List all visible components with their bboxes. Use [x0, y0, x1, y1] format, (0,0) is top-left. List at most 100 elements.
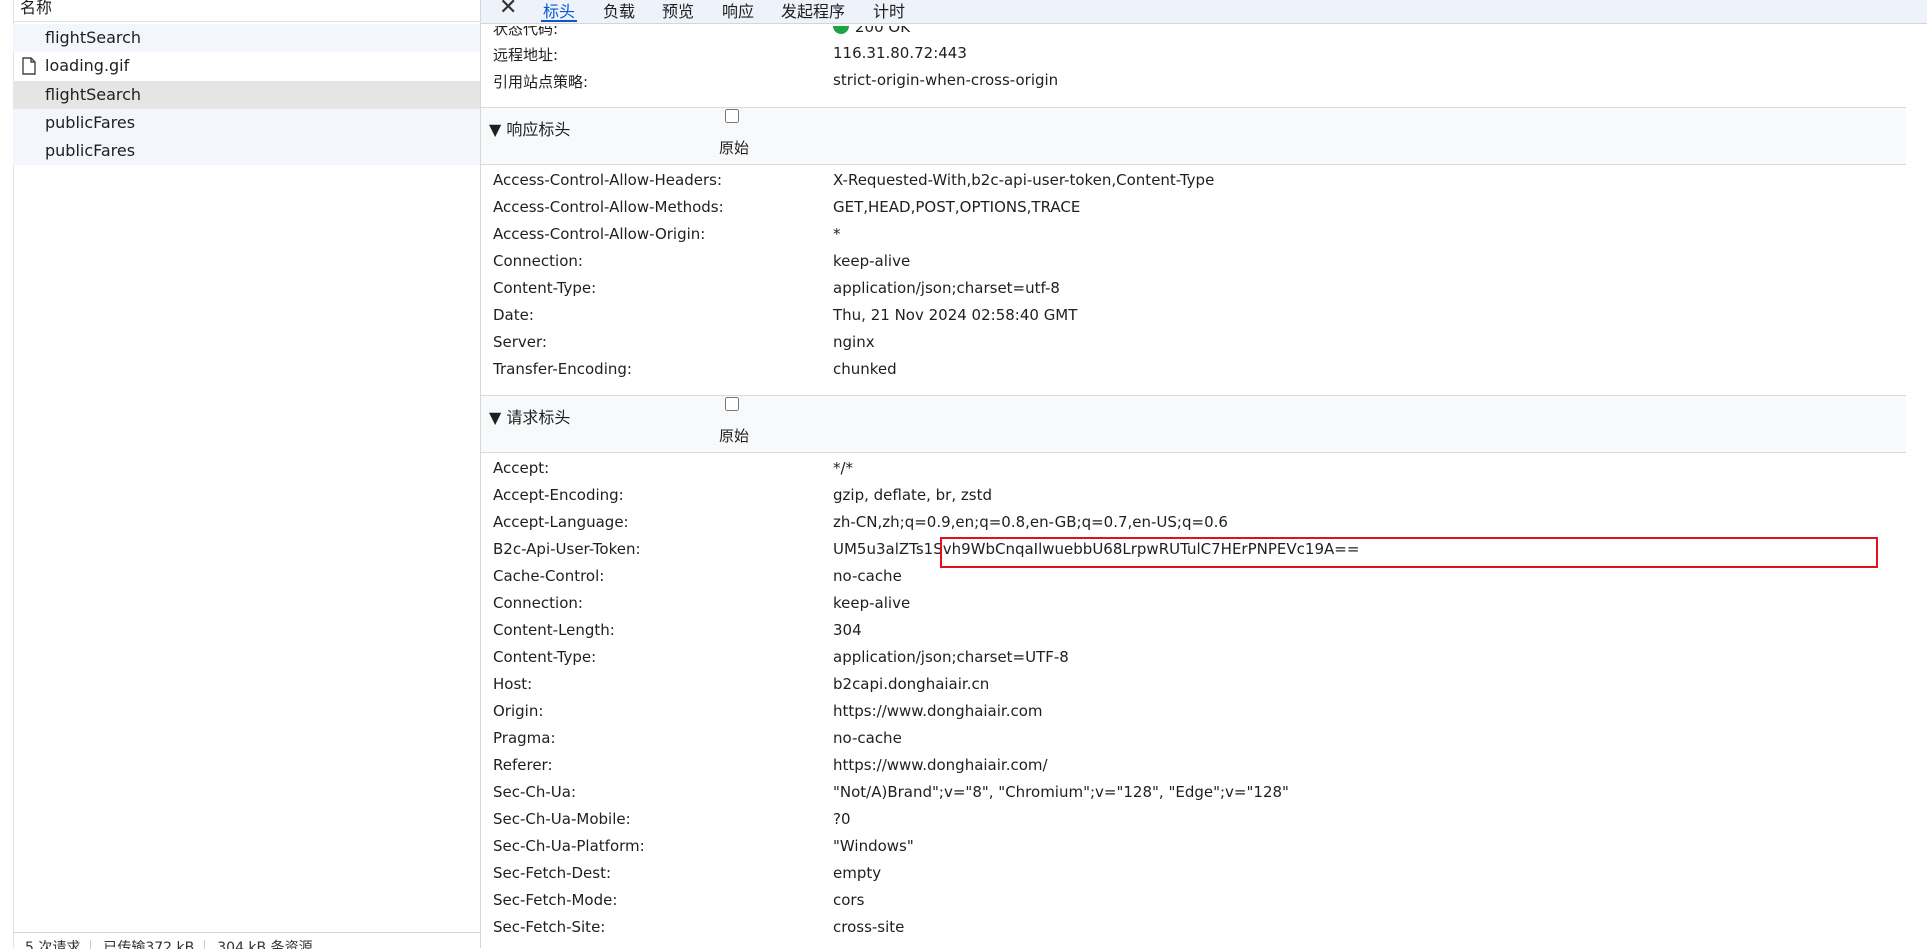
header-row: Sec-Ch-Ua-Platform: "Windows" [481, 835, 1901, 862]
header-value[interactable]: keep-alive [833, 252, 910, 270]
header-value[interactable]: GET,HEAD,POST,OPTIONS,TRACE [833, 198, 1080, 216]
header-key: B2c-Api-User-Token: [493, 540, 641, 558]
header-value[interactable]: cross-site [833, 918, 904, 936]
header-key: Access-Control-Allow-Headers: [493, 171, 723, 189]
response-raw-label[interactable]: 原始 [719, 137, 749, 158]
header-value[interactable]: https://www.donghaiair.com [833, 702, 1043, 720]
close-icon[interactable]: ✕ [499, 0, 517, 20]
header-key: Sec-Fetch-Mode: [493, 891, 618, 909]
request-row-publicfares-2[interactable]: publicFares [13, 137, 480, 165]
tab-timing[interactable]: 计时 [873, 0, 905, 22]
header-key: Accept-Language: [493, 513, 629, 531]
header-value[interactable]: "Not/A)Brand";v="8", "Chromium";v="128",… [833, 783, 1289, 801]
header-value[interactable]: zh-CN,zh;q=0.9,en;q=0.8,en-GB;q=0.7,en-U… [833, 513, 1228, 531]
header-key: Access-Control-Allow-Origin: [493, 225, 706, 243]
general-row-remote-address: 远程地址: 116.31.80.72:443 [481, 42, 1901, 69]
header-row: Origin: https://www.donghaiair.com [481, 700, 1901, 727]
request-raw-checkbox[interactable] [725, 397, 739, 411]
header-row: Sec-Ch-Ua: "Not/A)Brand";v="8", "Chromium… [481, 781, 1901, 808]
header-row: Accept-Encoding: gzip, deflate, br, zstd [481, 484, 1901, 511]
header-value[interactable]: chunked [833, 360, 897, 378]
header-key: Cache-Control: [493, 567, 605, 585]
response-headers-section-header[interactable]: ▼ 响应标头 原始 [481, 107, 1906, 165]
header-key: Sec-Ch-Ua-Mobile: [493, 810, 631, 828]
request-raw-label[interactable]: 原始 [719, 425, 749, 446]
header-key: 引用站点策略: [493, 73, 589, 91]
header-key: Sec-Fetch-Dest: [493, 864, 612, 882]
header-key: Sec-Ch-Ua: [493, 783, 577, 801]
header-value[interactable]: */* [833, 459, 853, 477]
request-name: publicFares [45, 141, 136, 160]
header-row: Content-Type: application/json;charset=UT… [481, 646, 1901, 673]
tab-preview[interactable]: 预览 [662, 0, 694, 22]
header-row: Referer: https://www.donghaiair.com/ [481, 754, 1901, 781]
header-value[interactable]: keep-alive [833, 594, 910, 612]
header-value[interactable]: * [833, 225, 841, 243]
request-headers-section-header[interactable]: ▼ 请求标头 原始 [481, 395, 1906, 453]
header-value[interactable]: X-Requested-With,b2c-api-user-token,Cont… [833, 171, 1214, 189]
header-row: Access-Control-Allow-Methods: GET,HEAD,PO… [481, 196, 1901, 223]
header-value[interactable]: "Windows" [833, 837, 914, 855]
name-column-header[interactable]: 名称 [13, 0, 480, 22]
header-value[interactable]: Thu, 21 Nov 2024 02:58:40 GMT [833, 306, 1077, 324]
header-key: Access-Control-Allow-Methods: [493, 198, 724, 216]
header-value[interactable]: ?0 [833, 810, 851, 828]
response-headers-title[interactable]: ▼ 响应标头 [489, 116, 570, 140]
header-row: Cache-Control: no-cache [481, 565, 1901, 592]
header-value[interactable]: application/json;charset=UTF-8 [833, 648, 1069, 666]
request-row-flightsearch-1[interactable]: flightSearch [13, 24, 480, 52]
header-key: Host: [493, 675, 533, 693]
header-value[interactable]: 304 [833, 621, 862, 639]
request-details-panel: ✕ 标头 负载 预览 响应 发起程序 计时 状态代码: 200 OK 远程地址:… [481, 0, 1927, 948]
tab-initiator[interactable]: 发起程序 [781, 0, 845, 22]
header-key: Accept-Encoding: [493, 486, 624, 504]
header-value[interactable]: strict-origin-when-cross-origin [833, 71, 1058, 89]
general-row-referrer-policy: 引用站点策略: strict-origin-when-cross-origin [481, 69, 1901, 96]
header-key: Referer: [493, 756, 553, 774]
request-row-flightsearch-2[interactable]: flightSearch [13, 81, 480, 109]
header-key: Connection: [493, 594, 583, 612]
header-value[interactable]: application/json;charset=utf-8 [833, 279, 1060, 297]
header-row: Accept-Language: zh-CN,zh;q=0.9,en;q=0.8,… [481, 511, 1901, 538]
header-row: Access-Control-Allow-Origin: * [481, 223, 1901, 250]
header-value[interactable]: empty [833, 864, 881, 882]
tab-headers[interactable]: 标头 [540, 0, 578, 22]
request-row-publicfares-1[interactable]: publicFares [13, 109, 480, 137]
header-row: Sec-Ch-Ua-Mobile: ?0 [481, 808, 1901, 835]
tab-payload[interactable]: 负载 [603, 0, 635, 22]
left-gutter [0, 0, 14, 948]
header-key: Sec-Ch-Ua-Platform: [493, 837, 645, 855]
header-row: Content-Type: application/json;charset=ut… [481, 277, 1901, 304]
name-column-label: 名称 [20, 0, 53, 17]
request-name: loading.gif [45, 56, 130, 75]
header-row: Transfer-Encoding: chunked [481, 358, 1901, 385]
header-key: Connection: [493, 252, 583, 270]
request-name: publicFares [45, 113, 136, 132]
header-key: Pragma: [493, 729, 556, 747]
header-row: Date: Thu, 21 Nov 2024 02:58:40 GMT [481, 304, 1901, 331]
header-key: Server: [493, 333, 547, 351]
header-value[interactable]: https://www.donghaiair.com/ [833, 756, 1048, 774]
header-key: Sec-Fetch-Site: [493, 918, 606, 936]
header-value[interactable]: gzip, deflate, br, zstd [833, 486, 992, 504]
request-name: flightSearch [45, 85, 142, 104]
header-value[interactable]: nginx [833, 333, 875, 351]
header-row: Server: nginx [481, 331, 1901, 358]
header-row: Content-Length: 304 [481, 619, 1901, 646]
header-value[interactable]: b2capi.donghaiair.cn [833, 675, 989, 693]
header-value[interactable]: cors [833, 891, 864, 909]
response-raw-checkbox[interactable] [725, 109, 739, 123]
header-value[interactable]: 116.31.80.72:443 [833, 44, 967, 62]
request-row-loading-gif[interactable]: loading.gif [13, 52, 480, 80]
header-key: Content-Type: [493, 648, 597, 666]
header-value[interactable]: no-cache [833, 729, 902, 747]
header-value[interactable]: no-cache [833, 567, 902, 585]
file-icon [22, 57, 36, 75]
token-highlight-box [940, 537, 1878, 568]
header-row: Sec-Fetch-Mode: cors [481, 889, 1901, 916]
header-row: Pragma: no-cache [481, 727, 1901, 754]
header-row: Sec-Fetch-Site: cross-site [481, 916, 1901, 943]
request-headers-title[interactable]: ▼ 请求标头 [489, 404, 570, 428]
header-key: Content-Length: [493, 621, 615, 639]
tab-response[interactable]: 响应 [722, 0, 754, 22]
